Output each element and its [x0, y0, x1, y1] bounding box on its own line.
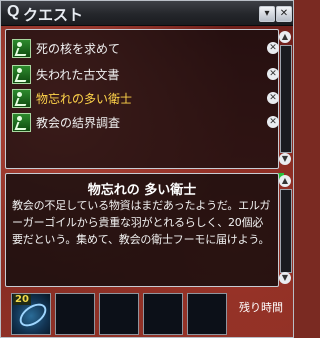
window-title: クエスト: [23, 6, 84, 24]
remove-quest-icon[interactable]: ✕: [267, 42, 279, 54]
quest-label: 物忘れの多い衛士: [36, 92, 133, 106]
quest-item[interactable]: 教会の結界調査 ✕: [12, 112, 279, 132]
reward-slot[interactable]: [187, 293, 227, 335]
quest-label: 失われた古文書: [36, 68, 120, 82]
minimize-button[interactable]: ▾: [259, 6, 275, 22]
quest-item[interactable]: 死の核を求めて ✕: [12, 38, 279, 58]
reward-slot[interactable]: [143, 293, 183, 335]
reward-slot[interactable]: [99, 293, 139, 335]
remove-quest-icon[interactable]: ✕: [267, 116, 279, 128]
quest-label: 死の核を求めて: [36, 42, 121, 56]
scroll-up-icon[interactable]: ▲: [279, 31, 291, 43]
remaining-time-label: 残り時間: [239, 301, 283, 314]
scroll-down-icon[interactable]: ▼: [279, 272, 291, 284]
scroll-up-icon[interactable]: ▲: [279, 175, 291, 187]
quest-list-scrollbar[interactable]: [280, 45, 292, 153]
quest-icon: [12, 39, 31, 58]
detail-scrollbar[interactable]: [280, 189, 292, 273]
scroll-down-icon[interactable]: ▼: [279, 153, 291, 165]
quest-icon: [12, 65, 31, 84]
quest-detail-title: 物忘れの 多い衛士: [87, 183, 197, 198]
reward-slot[interactable]: [55, 293, 95, 335]
reward-slots: 20: [11, 293, 231, 337]
title-bar[interactable]: Q クエスト ▾ ✕: [1, 1, 293, 26]
quest-item[interactable]: 失われた古文書 ✕: [12, 64, 279, 84]
remove-quest-icon[interactable]: ✕: [267, 68, 279, 80]
quest-detail-panel: 物忘れの 多い衛士 教会の不足している物資はまだあったようだ。エルガーガーゴイル…: [5, 173, 279, 287]
quest-item-selected[interactable]: 物忘れの多い衛士 ✕: [12, 88, 279, 108]
quest-list: 死の核を求めて ✕ 失われた古文書 ✕ 物忘れの多い衛士 ✕ 教会の結界調査 ✕: [5, 29, 284, 179]
remove-quest-icon[interactable]: ✕: [267, 92, 279, 104]
reward-slot[interactable]: 20: [11, 293, 51, 335]
close-button[interactable]: ✕: [276, 6, 292, 22]
quest-icon: [12, 113, 31, 132]
quest-detail-description: 教会の不足している物資はまだあったようだ。エルガーガーゴイルから貴重な羽がとれる…: [12, 199, 271, 246]
quest-label: 教会の結界調査: [36, 116, 121, 130]
quest-hotkey-letter: Q: [7, 3, 20, 20]
quest-window: Q クエスト ▾ ✕ 死の核を求めて ✕ 失われた古文書 ✕ 物忘れの多い衛士 …: [0, 0, 294, 338]
item-count: 20: [13, 294, 31, 305]
quest-icon: [12, 89, 31, 108]
